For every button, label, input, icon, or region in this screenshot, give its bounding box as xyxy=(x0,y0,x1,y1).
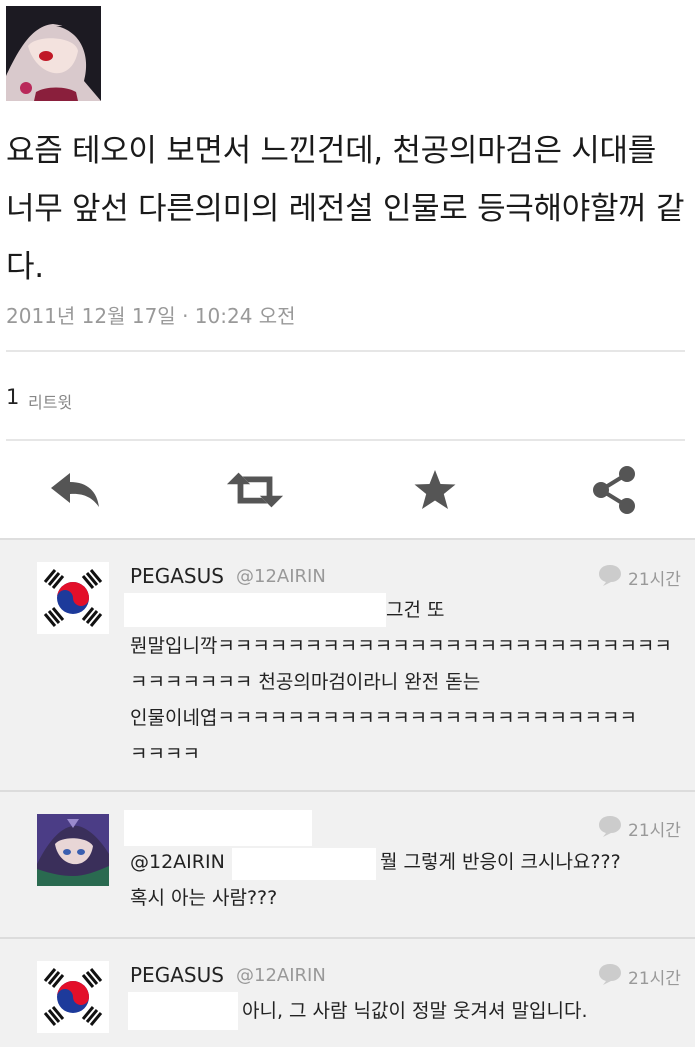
favorite-star-icon xyxy=(414,470,456,509)
favorite-button[interactable] xyxy=(405,462,465,518)
reply-text-line: 혹시 아는 사람??? xyxy=(130,887,278,909)
retweet-button[interactable] xyxy=(225,462,285,518)
reply-text-line: 그건 또 xyxy=(386,599,445,621)
reply-text-line: ㅋㅋㅋㅋ xyxy=(130,743,200,765)
anime-avatar-image xyxy=(6,6,101,101)
share-icon xyxy=(593,466,635,514)
reply-text-line: 뭔말입니깍ㅋㅋㅋㅋㅋㅋㅋㅋㅋㅋㅋㅋㅋㅋㅋㅋㅋㅋㅋㅋㅋㅋㅋㅋㅋㅋ xyxy=(130,635,672,657)
reply-author-name[interactable]: PEGASUS xyxy=(130,564,224,588)
reply-divider xyxy=(0,790,695,792)
reply-avatar[interactable] xyxy=(37,562,109,634)
retweet-count[interactable]: 1 xyxy=(6,385,19,409)
redacted-block xyxy=(124,810,312,846)
reply-time: 21시간 xyxy=(628,570,681,590)
divider xyxy=(6,439,685,441)
retweet-label[interactable]: 리트윗 xyxy=(28,389,72,413)
reply-text-line: 인물이네엽ㅋㅋㅋㅋㅋㅋㅋㅋㅋㅋㅋㅋㅋㅋㅋㅋㅋㅋㅋㅋㅋㅋㅋㅋ xyxy=(130,707,637,729)
korean-flag-avatar xyxy=(37,961,109,1033)
reply-text-line: ㅋㅋㅋㅋㅋㅋㅋ 천공의마검이라니 완전 돋는 xyxy=(130,671,481,693)
anime-avatar-image xyxy=(37,814,109,886)
reply-time: 21시간 xyxy=(628,821,681,841)
share-button[interactable] xyxy=(585,462,645,518)
redacted-block xyxy=(128,992,238,1030)
reply-author-handle[interactable]: @12AIRIN xyxy=(236,965,326,986)
reply-avatar[interactable] xyxy=(37,814,109,886)
retweet-icon xyxy=(226,472,284,508)
reply-text-line: 아니, 그 사람 닉값이 정말 웃겨셔 말입니다. xyxy=(242,1000,588,1022)
redacted-block xyxy=(232,848,376,880)
reply-divider xyxy=(0,937,695,939)
redacted-block xyxy=(124,593,386,627)
reply-avatar[interactable] xyxy=(37,961,109,1033)
reply-author-name[interactable]: PEGASUS xyxy=(130,963,224,987)
reply-icon xyxy=(51,473,99,507)
author-avatar[interactable] xyxy=(6,6,101,101)
comment-bubble-icon xyxy=(598,815,622,837)
reply-author-handle[interactable]: @12AIRIN xyxy=(236,566,326,587)
divider xyxy=(6,350,685,352)
reply-mention-link[interactable]: @12AIRIN xyxy=(130,844,225,880)
tweet-text: 요즘 테오이 보면서 느낀건데, 천공의마검은 시대를 너무 앞선 다른의미의 … xyxy=(6,133,685,285)
korean-flag-avatar xyxy=(37,562,109,634)
comment-bubble-icon xyxy=(598,963,622,985)
reply-button[interactable] xyxy=(45,462,105,518)
reply-text-line: 뭘 그렇게 반응이 크시나요??? xyxy=(380,851,621,873)
comment-bubble-icon xyxy=(598,564,622,586)
reply-time: 21시간 xyxy=(628,969,681,989)
tweet-timestamp: 2011년 12월 17일 · 10:24 오전 xyxy=(6,304,296,328)
